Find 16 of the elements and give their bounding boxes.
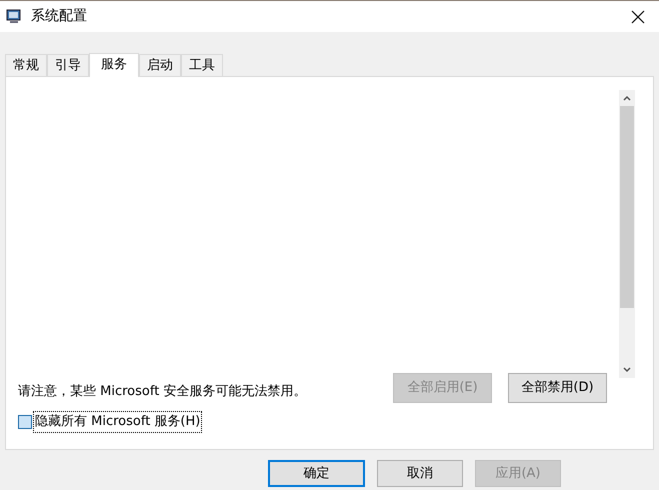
dialog-button[interactable]: 确定: [268, 460, 365, 487]
computer-icon: [6, 8, 22, 24]
panel-button[interactable]: 全部禁用(D): [508, 373, 607, 403]
dialog-button[interactable]: 取消: [377, 460, 463, 487]
tab[interactable]: 引导: [47, 54, 89, 76]
scrollbar-thumb[interactable]: [620, 106, 634, 308]
scrollbar[interactable]: [619, 90, 635, 378]
close-icon[interactable]: [631, 10, 645, 24]
checkbox-label[interactable]: 隐藏所有 Microsoft 服务(H): [33, 411, 202, 432]
note-text: 请注意，某些 Microsoft 安全服务可能无法禁用。: [18, 383, 306, 402]
tab[interactable]: 服务: [89, 53, 139, 77]
window-title: 系统配置: [31, 7, 87, 26]
tab[interactable]: 启动: [139, 54, 181, 76]
tab[interactable]: 常规: [5, 54, 47, 76]
checkbox[interactable]: [18, 414, 32, 429]
tab[interactable]: 工具: [181, 54, 223, 76]
